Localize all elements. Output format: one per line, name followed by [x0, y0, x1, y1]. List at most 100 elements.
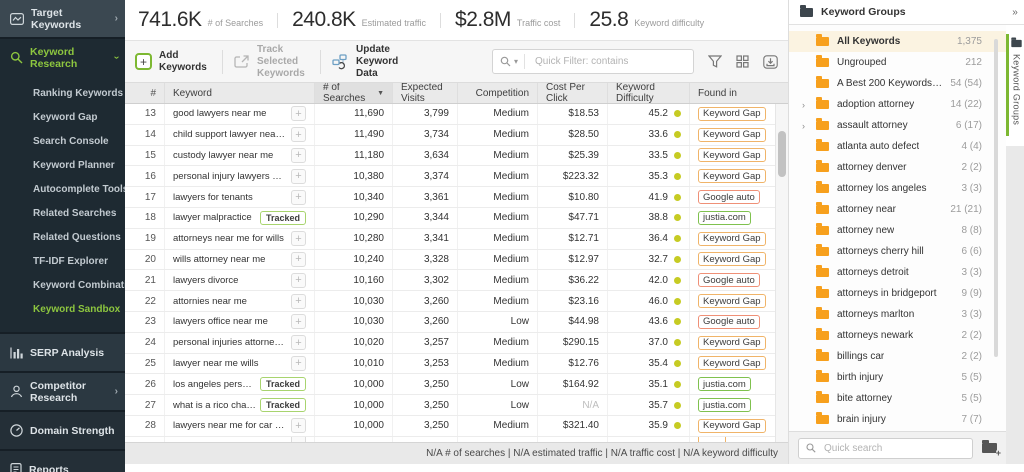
keyword-group-item[interactable]: bite attorney 5 (5): [789, 388, 1006, 409]
add-to-tracking-button[interactable]: +: [291, 190, 306, 205]
column-header-competition[interactable]: Competition: [458, 83, 538, 103]
column-header-keyword[interactable]: Keyword: [165, 83, 315, 103]
add-to-tracking-button[interactable]: +: [291, 252, 306, 267]
table-row[interactable]: 28 lawyers near me for car accident + 10…: [125, 416, 788, 437]
column-header-difficulty[interactable]: Keyword Difficulty: [608, 83, 690, 103]
keyword-text: attorneys near me for wills: [173, 233, 287, 244]
add-to-tracking-button[interactable]: +: [291, 127, 306, 142]
table-row[interactable]: 26 los angeles personal inj... Tracked 1…: [125, 374, 788, 395]
group-search-box: [798, 438, 973, 459]
table-row[interactable]: 19 attorneys near me for wills + 10,280 …: [125, 229, 788, 250]
sidebar-subitem[interactable]: Search Console: [0, 130, 125, 154]
folder-icon: [816, 373, 829, 382]
keyword-group-item[interactable]: attorneys cherry hill 6 (6): [789, 241, 1006, 262]
add-to-tracking-button[interactable]: +: [291, 356, 306, 371]
filter-funnel-icon[interactable]: [708, 55, 722, 68]
table-row[interactable]: 13 good lawyers near me + 11,690 3,799 M…: [125, 104, 788, 125]
keyword-group-item[interactable]: atlanta auto defect 4 (4): [789, 136, 1006, 157]
column-header-found-in[interactable]: Found in: [690, 83, 774, 103]
stat-label: Estimated traffic: [362, 18, 426, 28]
table-row[interactable]: 27 what is a rico charge Tracked 10,000 …: [125, 395, 788, 416]
table-row[interactable]: 15 custody lawyer near me + 11,180 3,634…: [125, 146, 788, 167]
column-header-number[interactable]: #: [125, 83, 165, 103]
add-to-tracking-button[interactable]: +: [291, 418, 306, 433]
keyword-group-item[interactable]: Ungrouped 212: [789, 52, 1006, 73]
add-to-tracking-button[interactable]: +: [291, 106, 306, 121]
update-data-icon: [332, 54, 349, 70]
add-to-tracking-button[interactable]: +: [291, 335, 306, 350]
table-row[interactable]: 23 lawyers office near me + 10,030 3,260…: [125, 312, 788, 333]
table-row[interactable]: 25 lawyer near me wills + 10,010 3,253 M…: [125, 354, 788, 375]
folder-icon: [800, 8, 813, 17]
table-row[interactable]: 16 personal injury lawyers near me + 10,…: [125, 166, 788, 187]
keyword-group-item[interactable]: billings car 2 (2): [789, 346, 1006, 367]
sidebar-subitem[interactable]: TF-IDF Explorer: [0, 250, 125, 274]
sidebar-item-serp-analysis[interactable]: SERP Analysis: [0, 334, 125, 371]
sidebar-subitem[interactable]: Ranking Keywords: [0, 82, 125, 106]
quick-filter-input[interactable]: [533, 55, 686, 68]
sidebar-subitem[interactable]: Related Questions: [0, 226, 125, 250]
competition-cell: Medium: [458, 416, 538, 436]
add-group-folder-button[interactable]: [982, 443, 997, 453]
update-keyword-data-button[interactable]: Update Keyword Data: [332, 44, 408, 80]
keyword-group-item[interactable]: attorney near 21 (21): [789, 199, 1006, 220]
add-to-tracking-button[interactable]: +: [291, 273, 306, 288]
table-row[interactable]: 17 lawyers for tenants + 10,340 3,361 Me…: [125, 187, 788, 208]
export-icon[interactable]: [763, 55, 778, 69]
keyword-group-item[interactable]: attorneys marlton 3 (3): [789, 304, 1006, 325]
track-selected-keywords-button[interactable]: Track Selected Keywords: [234, 44, 309, 80]
keyword-group-item[interactable]: › adoption attorney 14 (22): [789, 94, 1006, 115]
expand-arrow-icon[interactable]: ›: [802, 121, 805, 131]
sidebar-subitem[interactable]: Keyword Combinations: [0, 274, 125, 298]
expand-arrow-icon[interactable]: ›: [802, 100, 805, 110]
add-to-tracking-button[interactable]: +: [291, 169, 306, 184]
table-row[interactable]: 24 personal injuries attorneys near... +…: [125, 333, 788, 354]
table-row[interactable]: 20 wills attorney near me + 10,240 3,328…: [125, 250, 788, 271]
groups-scrollbar[interactable]: [994, 39, 998, 357]
sidebar-item-keyword-research[interactable]: Keyword Research ›: [0, 39, 125, 76]
found-in-cell: Google auto: [690, 270, 774, 290]
cpc-cell: $290.15: [538, 333, 608, 353]
keyword-group-item[interactable]: attorney new 8 (8): [789, 220, 1006, 241]
add-keywords-button[interactable]: + Add Keywords: [135, 50, 211, 74]
table-scrollbar[interactable]: [775, 104, 788, 442]
add-to-tracking-button[interactable]: +: [291, 231, 306, 246]
column-header-expected-visits[interactable]: Expected Visits: [393, 83, 458, 103]
filter-mode-caret-icon[interactable]: ▾: [514, 57, 518, 66]
keyword-group-item[interactable]: All Keywords 1,375: [789, 31, 1006, 52]
group-quick-search-input[interactable]: [822, 442, 965, 455]
sidebar-item-domain-strength[interactable]: Domain Strength: [0, 412, 125, 449]
keyword-group-item[interactable]: attorneys newark 2 (2): [789, 325, 1006, 346]
folder-icon: [816, 415, 829, 424]
keyword-group-item[interactable]: attorneys detroit 3 (3): [789, 262, 1006, 283]
sidebar-subitem[interactable]: Keyword Planner: [0, 154, 125, 178]
collapse-panel-button[interactable]: »: [1006, 0, 1024, 25]
columns-grid-icon[interactable]: [736, 55, 749, 68]
keyword-group-item[interactable]: brain injury 7 (7): [789, 409, 1006, 430]
sidebar-item-target-keywords[interactable]: Target Keywords ›: [0, 0, 125, 37]
keyword-group-item[interactable]: birth injury 5 (5): [789, 367, 1006, 388]
table-row[interactable]: 22 attornies near me + 10,030 3,260 Medi…: [125, 291, 788, 312]
sidebar-subitem[interactable]: Keyword Gap: [0, 106, 125, 130]
keyword-group-item[interactable]: A Best 200 Keywords for Lawyers 54 (54): [789, 73, 1006, 94]
add-to-tracking-button[interactable]: +: [291, 294, 306, 309]
sidebar-item-competitor-research[interactable]: Competitor Research ›: [0, 373, 125, 410]
keyword-groups-vertical-tab[interactable]: Keyword Groups: [1006, 34, 1024, 136]
table-row[interactable]: 14 child support lawyer near me + 11,490…: [125, 125, 788, 146]
scrollbar-thumb[interactable]: [778, 131, 786, 177]
keyword-group-item[interactable]: attorney denver 2 (2): [789, 157, 1006, 178]
sidebar-subitem[interactable]: Keyword Sandbox: [0, 298, 125, 322]
keyword-group-item[interactable]: attorney los angeles 3 (3): [789, 178, 1006, 199]
group-count: 9 (9): [961, 288, 982, 299]
sidebar-subitem[interactable]: Related Searches: [0, 202, 125, 226]
sidebar-item-reports[interactable]: Reports: [0, 451, 125, 472]
keyword-group-item[interactable]: › assault attorney 6 (17): [789, 115, 1006, 136]
table-row[interactable]: 21 lawyers divorce + 10,160 3,302 Medium…: [125, 270, 788, 291]
sidebar-subitem[interactable]: Autocomplete Tools: [0, 178, 125, 202]
column-header-cpc[interactable]: Cost Per Click: [538, 83, 608, 103]
add-to-tracking-button[interactable]: +: [291, 314, 306, 329]
column-header-searches[interactable]: # of Searches ▼: [315, 83, 393, 103]
add-to-tracking-button[interactable]: +: [291, 148, 306, 163]
table-row[interactable]: 18 lawyer malpractice Tracked 10,290 3,3…: [125, 208, 788, 229]
keyword-group-item[interactable]: attorneys in bridgeport 9 (9): [789, 283, 1006, 304]
